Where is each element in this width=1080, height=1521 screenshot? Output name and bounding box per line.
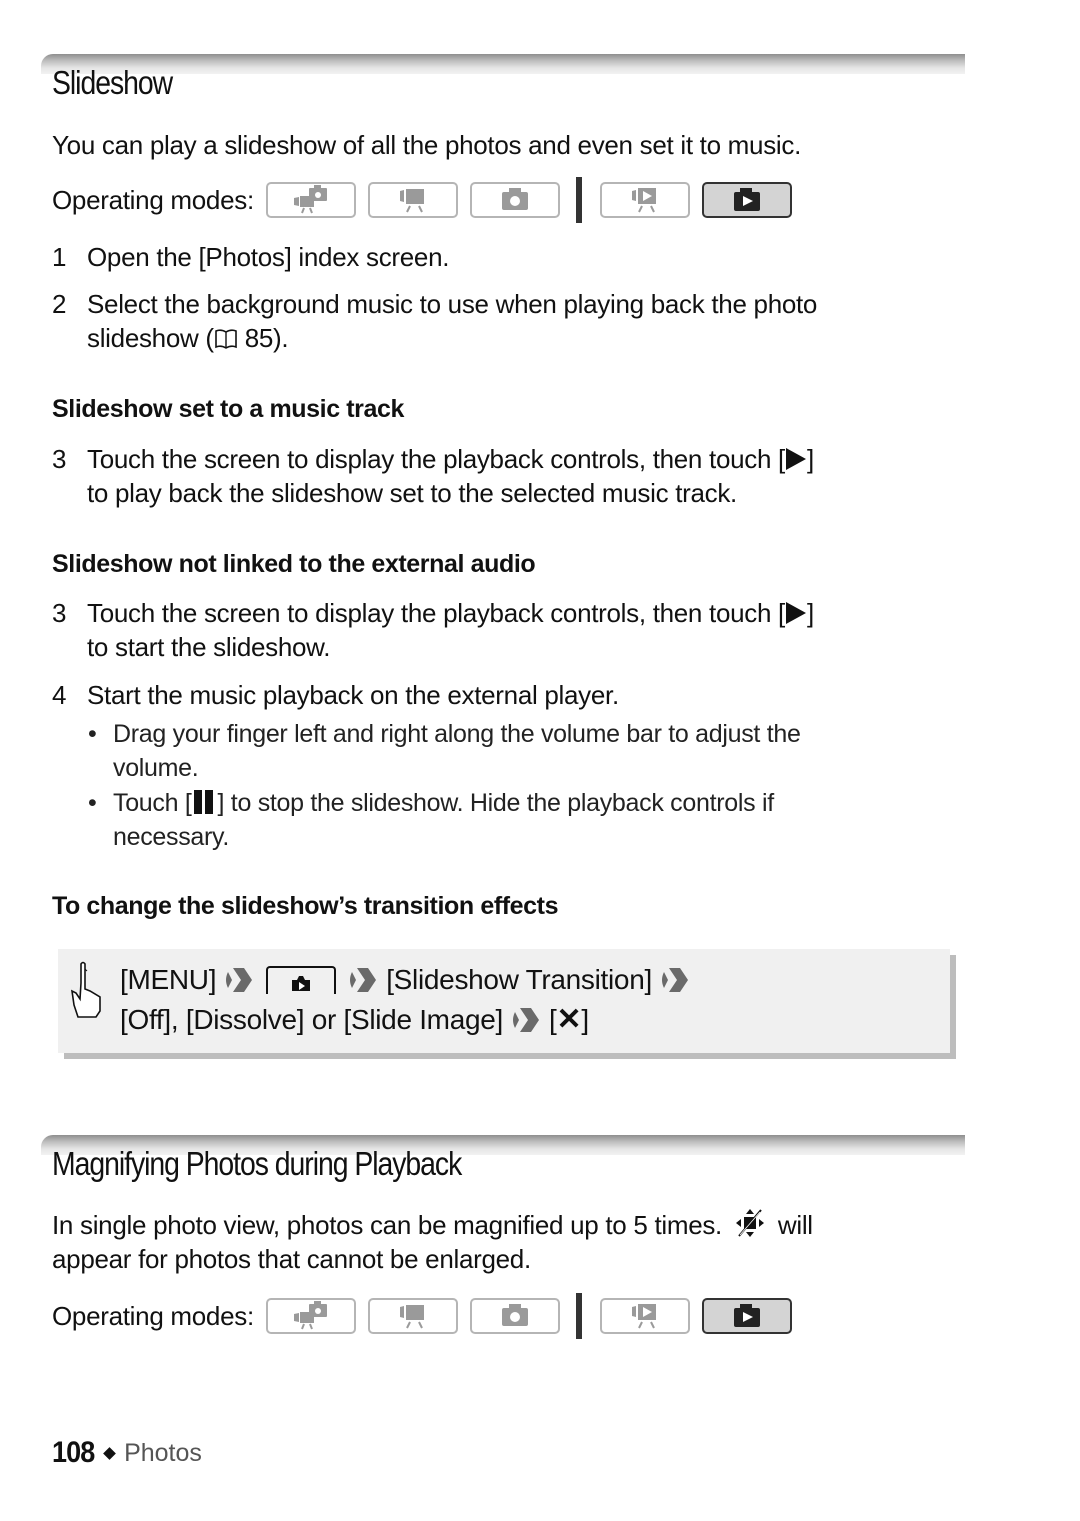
page-reference-link[interactable]: 85: [245, 323, 274, 353]
playback-menu-tab[interactable]: [266, 966, 337, 994]
finger-touch-icon: [70, 961, 101, 1018]
chevron-right-icon: [661, 968, 688, 992]
menu-options-transition[interactable]: [Off], [Dissolve] or [Slide Image]: [120, 1002, 503, 1038]
magnify-intro-line-2: appear for photos that cannot be enlarge…: [52, 1244, 531, 1274]
mode-photo-recording: [469, 182, 560, 218]
mode-dual-shot: [265, 1298, 356, 1334]
close-icon[interactable]: ✕: [556, 1002, 581, 1038]
menu-path-box: [MENU] [Slideshow Transition] [Off], [Di…: [58, 949, 950, 1053]
play-icon: [785, 448, 806, 470]
chevron-right-icon: [350, 968, 377, 992]
section-title-magnifying: Magnifying Photos during Playback: [52, 1145, 462, 1182]
operating-modes-row: Operating modes:: [52, 1293, 804, 1339]
movie-camera-icon: [399, 1305, 424, 1329]
close-bracket-open: [: [549, 1004, 557, 1035]
mode-dual-shot: [265, 182, 356, 218]
menu-path-line-1: [MENU] [Slideshow Transition]: [120, 962, 698, 998]
operating-modes-row: Operating modes:: [52, 177, 804, 223]
menu-item-menu[interactable]: [MENU]: [120, 962, 217, 998]
subheading-music-track: Slideshow set to a music track: [52, 395, 405, 423]
chevron-right-icon: [226, 968, 253, 992]
photo-playback-icon: [733, 188, 760, 211]
dual-shot-icon: [293, 1301, 327, 1330]
mode-movie-playback: [599, 1298, 690, 1334]
subheading-transition-effects: To change the slideshow’s transition eff…: [52, 892, 559, 920]
mode-photo-recording: [469, 1298, 560, 1334]
book-reference-icon: [214, 329, 237, 349]
photo-playback-icon: [292, 976, 311, 991]
operating-modes-label: Operating modes:: [52, 184, 254, 215]
operating-modes-label: Operating modes:: [52, 1300, 254, 1331]
slideshow-intro: You can play a slideshow of all the phot…: [52, 130, 802, 160]
chapter-name: Photos: [124, 1438, 202, 1467]
mode-movie-recording: [367, 1298, 458, 1334]
photo-playback-icon: [733, 1304, 760, 1327]
movie-playback-icon: [631, 1304, 656, 1329]
mode-separator: [575, 177, 582, 223]
mode-photo-playback: [701, 182, 792, 218]
mode-movie-recording: [367, 182, 458, 218]
menu-path-line-2: [Off], [Dissolve] or [Slide Image] [✕]: [120, 1002, 589, 1038]
no-magnify-icon: [735, 1209, 764, 1237]
subheading-external-audio: Slideshow not linked to the external aud…: [52, 550, 536, 578]
diamond-separator-icon: [103, 1446, 116, 1460]
pause-icon: [193, 789, 216, 823]
page-footer: 108 Photos: [52, 1436, 202, 1470]
menu-item-slideshow-transition[interactable]: [Slideshow Transition]: [386, 962, 652, 998]
close-bracket-close: ]: [581, 1004, 589, 1035]
mode-separator: [575, 1293, 582, 1339]
photo-camera-icon: [501, 188, 528, 210]
chevron-right-icon: [513, 1008, 539, 1032]
movie-camera-icon: [399, 189, 424, 213]
magnify-intro-line-1: In single photo view, photos can be magn…: [52, 1209, 813, 1240]
section-header-bar: [41, 54, 965, 74]
dual-shot-icon: [293, 185, 327, 214]
mode-photo-playback: [701, 1298, 792, 1334]
section-title-slideshow: Slideshow: [52, 64, 173, 101]
movie-playback-icon: [631, 188, 656, 213]
photo-camera-icon: [501, 1304, 528, 1326]
mode-movie-playback: [599, 182, 690, 218]
page-number: 108: [52, 1436, 95, 1469]
play-icon: [785, 602, 806, 624]
